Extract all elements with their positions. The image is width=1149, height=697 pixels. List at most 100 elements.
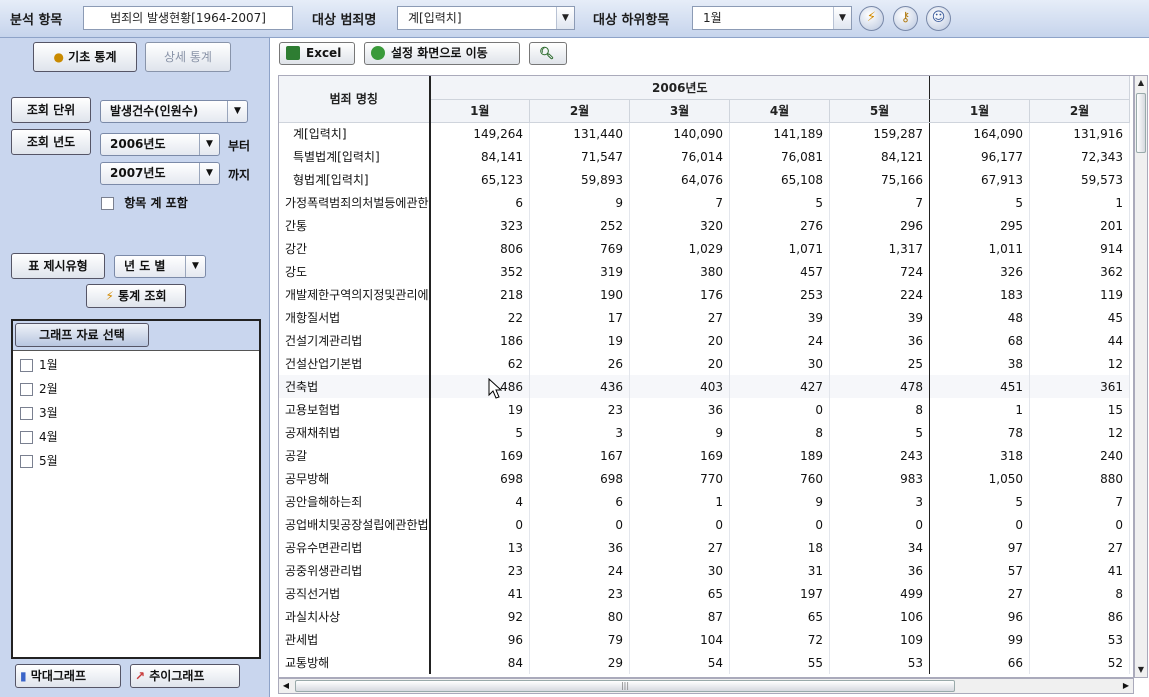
scroll-left-icon[interactable]: ◀ [279, 679, 293, 693]
display-type-button[interactable]: 표 제시유형 [11, 253, 105, 279]
sub-item-select[interactable]: 1월 ▼ [692, 6, 852, 30]
trend-graph-button[interactable]: ↗ 추이그래프 [130, 664, 240, 688]
value-cell: 149,264 [429, 122, 531, 145]
year-from-value: 2006년도 [110, 137, 166, 151]
display-type-select[interactable]: 년 도 별 ▼ [114, 255, 206, 278]
graph-data-select-tab[interactable]: 그래프 자료 선택 [15, 323, 149, 347]
table-row[interactable]: 관세법 96 79 104 72 109 99 53 [279, 628, 1131, 651]
query-unit-select[interactable]: 발생건수(인원수) ▼ [100, 100, 248, 123]
include-total-option[interactable]: 항목 계 포함 [101, 194, 188, 211]
table-row[interactable]: 공안을해하는죄 4 6 1 9 3 5 7 [279, 490, 1131, 513]
year-to-select[interactable]: 2007년도 ▼ [100, 162, 220, 185]
horizontal-scroll-thumb[interactable]: ||| [295, 680, 955, 692]
stats-query-button[interactable]: ⚡ 통계 조회 [86, 284, 186, 308]
chevron-down-icon[interactable]: ▼ [199, 163, 219, 184]
table-row[interactable]: 공업배치및공장설립에관한법 0 0 0 0 0 0 0 [279, 513, 1131, 536]
chevron-down-icon[interactable]: ▼ [199, 134, 219, 155]
graph-item-checkbox[interactable] [20, 383, 33, 396]
table-row[interactable]: 개항질서법 22 17 27 39 39 48 45 [279, 306, 1131, 329]
zoom-button[interactable]: 🔍︎ [529, 42, 567, 65]
table-row[interactable]: 특별법계[입력치] 84,141 71,547 76,014 76,081 84,121 9… [279, 145, 1131, 168]
graph-item-4[interactable]: 4월 [20, 428, 58, 445]
vertical-scroll-thumb[interactable] [1136, 93, 1146, 153]
value-cell: 71,547 [529, 145, 631, 168]
tab-detail-stats[interactable]: 상세 통계 [145, 42, 231, 72]
value-cell: 22 [429, 306, 531, 329]
table-row[interactable]: 건설기계관리법 186 19 20 24 36 68 44 [279, 329, 1131, 352]
key-icon[interactable]: ⚷ [893, 6, 918, 31]
value-cell: 0 [729, 398, 831, 421]
value-cell: 24 [729, 329, 831, 352]
chevron-down-icon[interactable]: ▼ [227, 101, 247, 122]
crime-name-header[interactable]: 범죄 명칭 [279, 76, 431, 123]
include-total-checkbox[interactable] [101, 197, 114, 210]
chevron-down-icon[interactable]: ▼ [833, 7, 851, 29]
user-icon[interactable]: ☺ [926, 6, 951, 31]
graph-item-checkbox[interactable] [20, 359, 33, 372]
crime-name-cell: 간통 [279, 214, 431, 237]
value-cell: 0 [1029, 513, 1131, 536]
scroll-down-icon[interactable]: ▼ [1135, 663, 1147, 677]
table-row[interactable]: 교통방해 84 29 54 55 53 66 52 [279, 651, 1131, 674]
scroll-right-icon[interactable]: ▶ [1119, 679, 1133, 693]
month-header[interactable]: 1월 [429, 99, 531, 123]
table-row[interactable]: 계[입력치] 149,264 131,440 140,090 141,189 159,28… [279, 122, 1131, 145]
bar-chart-icon: ▮ [20, 669, 27, 683]
goto-settings-button[interactable]: 설정 화면으로 이동 [364, 42, 520, 65]
excel-button[interactable]: Excel [279, 42, 355, 65]
value-cell: 79 [529, 628, 631, 651]
value-cell: 140,090 [629, 122, 731, 145]
month-header[interactable]: 3월 [629, 99, 731, 123]
value-cell: 25 [829, 352, 931, 375]
lightning-icon[interactable]: ⚡ [859, 6, 884, 31]
month-header[interactable]: 2월 [1029, 99, 1131, 123]
graph-item-checkbox[interactable] [20, 407, 33, 420]
graph-item-2[interactable]: 2월 [20, 380, 58, 397]
scroll-up-icon[interactable]: ▲ [1135, 76, 1147, 90]
table-row[interactable]: 강도 352 319 380 457 724 326 362 [279, 260, 1131, 283]
graph-item-checkbox[interactable] [20, 431, 33, 444]
table-row[interactable]: 공무방해 698 698 770 760 983 1,050 880 [279, 467, 1131, 490]
table-row[interactable]: 가정폭력범죄의처벌등에관한 6 9 7 5 7 5 1 [279, 191, 1131, 214]
table-row[interactable]: 공유수면관리법 13 36 27 18 34 97 27 [279, 536, 1131, 559]
month-header[interactable]: 2월 [529, 99, 631, 123]
chevron-down-icon[interactable]: ▼ [556, 7, 574, 29]
table-row[interactable]: 공직선거법 41 23 65 197 499 27 8 [279, 582, 1131, 605]
table-row[interactable]: 과실치사상 92 80 87 65 106 96 86 [279, 605, 1131, 628]
crime-name-cell: 고용보험법 [279, 398, 431, 421]
table-row[interactable]: 공재채취법 5 3 9 8 5 78 12 [279, 421, 1131, 444]
query-unit-button[interactable]: 조회 단위 [11, 97, 91, 123]
table-row[interactable]: 간통 323 252 320 276 296 295 201 [279, 214, 1131, 237]
table-row[interactable]: 건축법 486 436 403 427 478 451 361 [279, 375, 1131, 398]
year-from-select[interactable]: 2006년도 ▼ [100, 133, 220, 156]
query-year-button[interactable]: 조회 년도 [11, 129, 91, 155]
table-row[interactable]: 개발제한구역의지정및관리에 218 190 176 253 224 183 119 [279, 283, 1131, 306]
target-crime-select[interactable]: 계[입력치] ▼ [397, 6, 575, 30]
table-row[interactable]: 건설산업기본법 62 26 20 30 25 38 12 [279, 352, 1131, 375]
value-cell: 4 [429, 490, 531, 513]
graph-item-checkbox[interactable] [20, 455, 33, 468]
value-cell: 0 [429, 513, 531, 536]
table-row[interactable]: 공갈 169 167 169 189 243 318 240 [279, 444, 1131, 467]
vertical-scrollbar[interactable]: ▲ ▼ [1134, 75, 1148, 678]
month-header[interactable]: 1월 [929, 99, 1031, 123]
horizontal-scrollbar[interactable]: ◀ ||| ▶ [278, 678, 1134, 694]
value-cell: 96 [429, 628, 531, 651]
analysis-item-box[interactable]: 범죄의 발생현황[1964-2007] [83, 6, 293, 30]
value-cell: 8 [1029, 582, 1131, 605]
line-chart-icon: ↗ [135, 669, 146, 683]
value-cell: 9 [729, 490, 831, 513]
month-header[interactable]: 4월 [729, 99, 831, 123]
value-cell: 44 [1029, 329, 1131, 352]
chevron-down-icon[interactable]: ▼ [185, 256, 205, 277]
table-row[interactable]: 형법계[입력치] 65,123 59,893 64,076 65,108 75,166 67… [279, 168, 1131, 191]
bar-graph-button[interactable]: ▮ 막대그래프 [15, 664, 121, 688]
month-header[interactable]: 5월 [829, 99, 931, 123]
table-row[interactable]: 강간 806 769 1,029 1,071 1,317 1,011 914 [279, 237, 1131, 260]
tab-basic-stats[interactable]: ● 기초 통계 [33, 42, 137, 72]
graph-item-5[interactable]: 5월 [20, 452, 58, 469]
table-row[interactable]: 공중위생관리법 23 24 30 31 36 57 41 [279, 559, 1131, 582]
table-row[interactable]: 고용보험법 19 23 36 0 8 1 15 [279, 398, 1131, 421]
graph-item-1[interactable]: 1월 [20, 356, 58, 373]
graph-item-3[interactable]: 3월 [20, 404, 58, 421]
